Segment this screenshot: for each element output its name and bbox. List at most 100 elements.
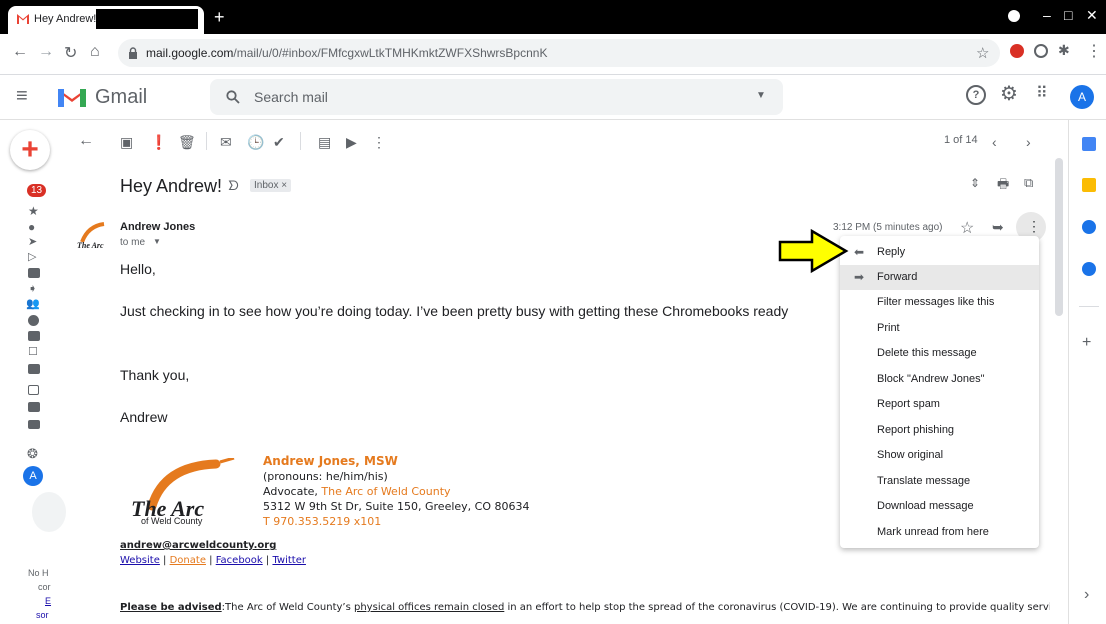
search-icon[interactable]: [226, 90, 240, 104]
inbox-label-chip[interactable]: Inbox ×: [250, 179, 292, 192]
sender-name[interactable]: Andrew Jones: [120, 221, 195, 233]
menu-item-label: Show original: [877, 449, 944, 461]
reply-icon[interactable]: ➥: [992, 219, 1004, 236]
signature-email[interactable]: andrew@arcweldcounty.org: [120, 540, 276, 551]
extension-circle-icon[interactable]: [1034, 44, 1048, 58]
move-to-icon[interactable]: ▤: [318, 134, 331, 151]
account-avatar[interactable]: A: [1070, 85, 1094, 109]
facebook-link[interactable]: Facebook: [216, 555, 263, 566]
menu-item-label: Filter messages like this: [877, 296, 995, 308]
newer-icon[interactable]: ‹: [992, 134, 997, 150]
drafts-icon[interactable]: [28, 268, 40, 278]
menu-item-download[interactable]: Download message: [840, 494, 1039, 519]
browser-tab[interactable]: Hey Andrew! -: [8, 6, 204, 34]
menu-item-reply[interactable]: ⬅ Reply: [840, 240, 1039, 265]
menu-item-mark-unread[interactable]: Mark unread from here: [840, 520, 1039, 545]
menu-item-label: Print: [877, 322, 900, 334]
more-options-icon[interactable]: ⋮: [372, 134, 386, 151]
close-window-icon[interactable]: ✕: [1086, 7, 1098, 24]
address-bar[interactable]: mail.google.com/mail/u/0/#inbox/FMfcgxwL…: [118, 39, 1000, 67]
keep-icon[interactable]: [1082, 178, 1096, 192]
label-icon[interactable]: ➧: [28, 282, 37, 295]
meet-video-icon[interactable]: [28, 402, 40, 412]
maximize-icon[interactable]: □: [1064, 7, 1072, 23]
back-to-inbox-icon[interactable]: ←: [78, 132, 94, 150]
browser-menu-icon[interactable]: ⋮: [1086, 41, 1102, 61]
forward-icon[interactable]: →: [38, 43, 54, 61]
star-message-icon[interactable]: ☆: [960, 218, 974, 238]
contacts-panel-icon[interactable]: [1082, 262, 1096, 276]
menu-item-forward[interactable]: ➡ Forward: [840, 265, 1039, 290]
keyboard-icon[interactable]: [28, 420, 40, 429]
apps-grid-icon[interactable]: ⠿: [1036, 83, 1048, 103]
menu-item-print[interactable]: Print: [840, 316, 1039, 341]
importance-marker-icon[interactable]: ᗤ: [228, 178, 239, 194]
chat-icon[interactable]: [28, 331, 40, 341]
compose-button[interactable]: +: [10, 130, 50, 170]
back-icon[interactable]: ←: [12, 43, 28, 61]
expand-all-icon[interactable]: ⇕: [970, 176, 980, 190]
label-icon-2[interactable]: ☐: [28, 345, 38, 358]
hangouts-icon[interactable]: ❂: [27, 446, 38, 462]
get-addons-icon[interactable]: +: [1082, 334, 1091, 352]
menu-item-filter[interactable]: Filter messages like this: [840, 290, 1039, 315]
search-input[interactable]: Search mail: [254, 89, 328, 105]
older-icon[interactable]: ›: [1026, 134, 1031, 150]
hangouts-avatar[interactable]: A: [23, 466, 43, 486]
inbox-unread-badge[interactable]: 13: [27, 184, 47, 197]
new-tab-button[interactable]: +: [214, 8, 225, 26]
home-icon[interactable]: ⌂: [90, 43, 100, 61]
lock-icon: [129, 47, 137, 59]
minimize-icon[interactable]: ‒: [1043, 7, 1051, 23]
arc-logo: The Arc of Weld County: [124, 456, 252, 528]
website-link[interactable]: Website: [120, 555, 160, 566]
svg-text:The Arc: The Arc: [77, 241, 104, 250]
extension-red-icon[interactable]: [1010, 44, 1024, 58]
menu-item-block[interactable]: Block "Andrew Jones": [840, 367, 1039, 392]
delete-icon[interactable]: 🗑: [178, 134, 196, 151]
search-options-icon[interactable]: ▼: [756, 90, 766, 101]
twitter-link[interactable]: Twitter: [272, 555, 306, 566]
menu-item-report-spam[interactable]: Report spam: [840, 392, 1039, 417]
profile-dot-icon[interactable]: [1008, 10, 1020, 22]
reload-icon[interactable]: ↻: [64, 43, 77, 63]
donate-link[interactable]: Donate: [170, 555, 206, 566]
meet-new-icon[interactable]: [28, 385, 39, 395]
snooze-icon[interactable]: 🕒: [247, 134, 264, 151]
advisory-link[interactable]: physical offices remain closed: [354, 602, 504, 613]
print-all-icon[interactable]: 🖶: [997, 175, 1009, 197]
signature-address: 5312 W 9th St Dr, Suite 150, Greeley, CO…: [263, 500, 530, 513]
labels-icon[interactable]: ▶: [346, 134, 357, 151]
search-bar[interactable]: Search mail ▼: [210, 79, 783, 115]
important-icon[interactable]: ➤: [28, 235, 37, 248]
show-details-icon[interactable]: ▼: [153, 237, 161, 246]
main-menu-icon[interactable]: ≡: [16, 85, 28, 108]
menu-item-show-original[interactable]: Show original: [840, 443, 1039, 468]
settings-gear-icon[interactable]: ⚙: [1000, 81, 1018, 106]
side-panel-divider: [1079, 306, 1099, 307]
add-to-tasks-icon[interactable]: ✔: [273, 134, 285, 151]
message-scrollbar[interactable]: [1055, 158, 1063, 316]
gmail-logo-icon[interactable]: [56, 85, 88, 109]
menu-item-report-phishing[interactable]: Report phishing: [840, 418, 1039, 443]
contacts-icon[interactable]: 👥: [26, 297, 40, 310]
calendar-icon[interactable]: [1082, 137, 1096, 151]
menu-item-translate[interactable]: Translate message: [840, 469, 1039, 494]
bookmark-star-icon[interactable]: ☆: [976, 44, 989, 62]
report-spam-icon[interactable]: ❗: [150, 134, 167, 151]
help-icon[interactable]: ?: [966, 85, 986, 105]
left-rail-footer-4[interactable]: sor: [36, 610, 49, 620]
starred-icon[interactable]: ★: [28, 204, 39, 218]
open-new-window-icon[interactable]: ⧉: [1024, 175, 1033, 191]
extensions-puzzle-icon[interactable]: ✱: [1058, 42, 1070, 59]
mark-unread-icon[interactable]: ✉: [220, 134, 232, 151]
show-side-panel-icon[interactable]: ›: [1084, 586, 1089, 604]
left-rail-footer-3[interactable]: E: [45, 596, 51, 606]
info-icon[interactable]: [28, 315, 39, 326]
sent-icon[interactable]: ▷: [28, 250, 36, 263]
archive-icon[interactable]: ▣: [120, 134, 133, 151]
menu-item-delete[interactable]: Delete this message: [840, 341, 1039, 366]
tasks-icon[interactable]: [1082, 220, 1096, 234]
label-icon-3[interactable]: [28, 364, 40, 374]
snoozed-icon[interactable]: ●: [28, 220, 35, 234]
